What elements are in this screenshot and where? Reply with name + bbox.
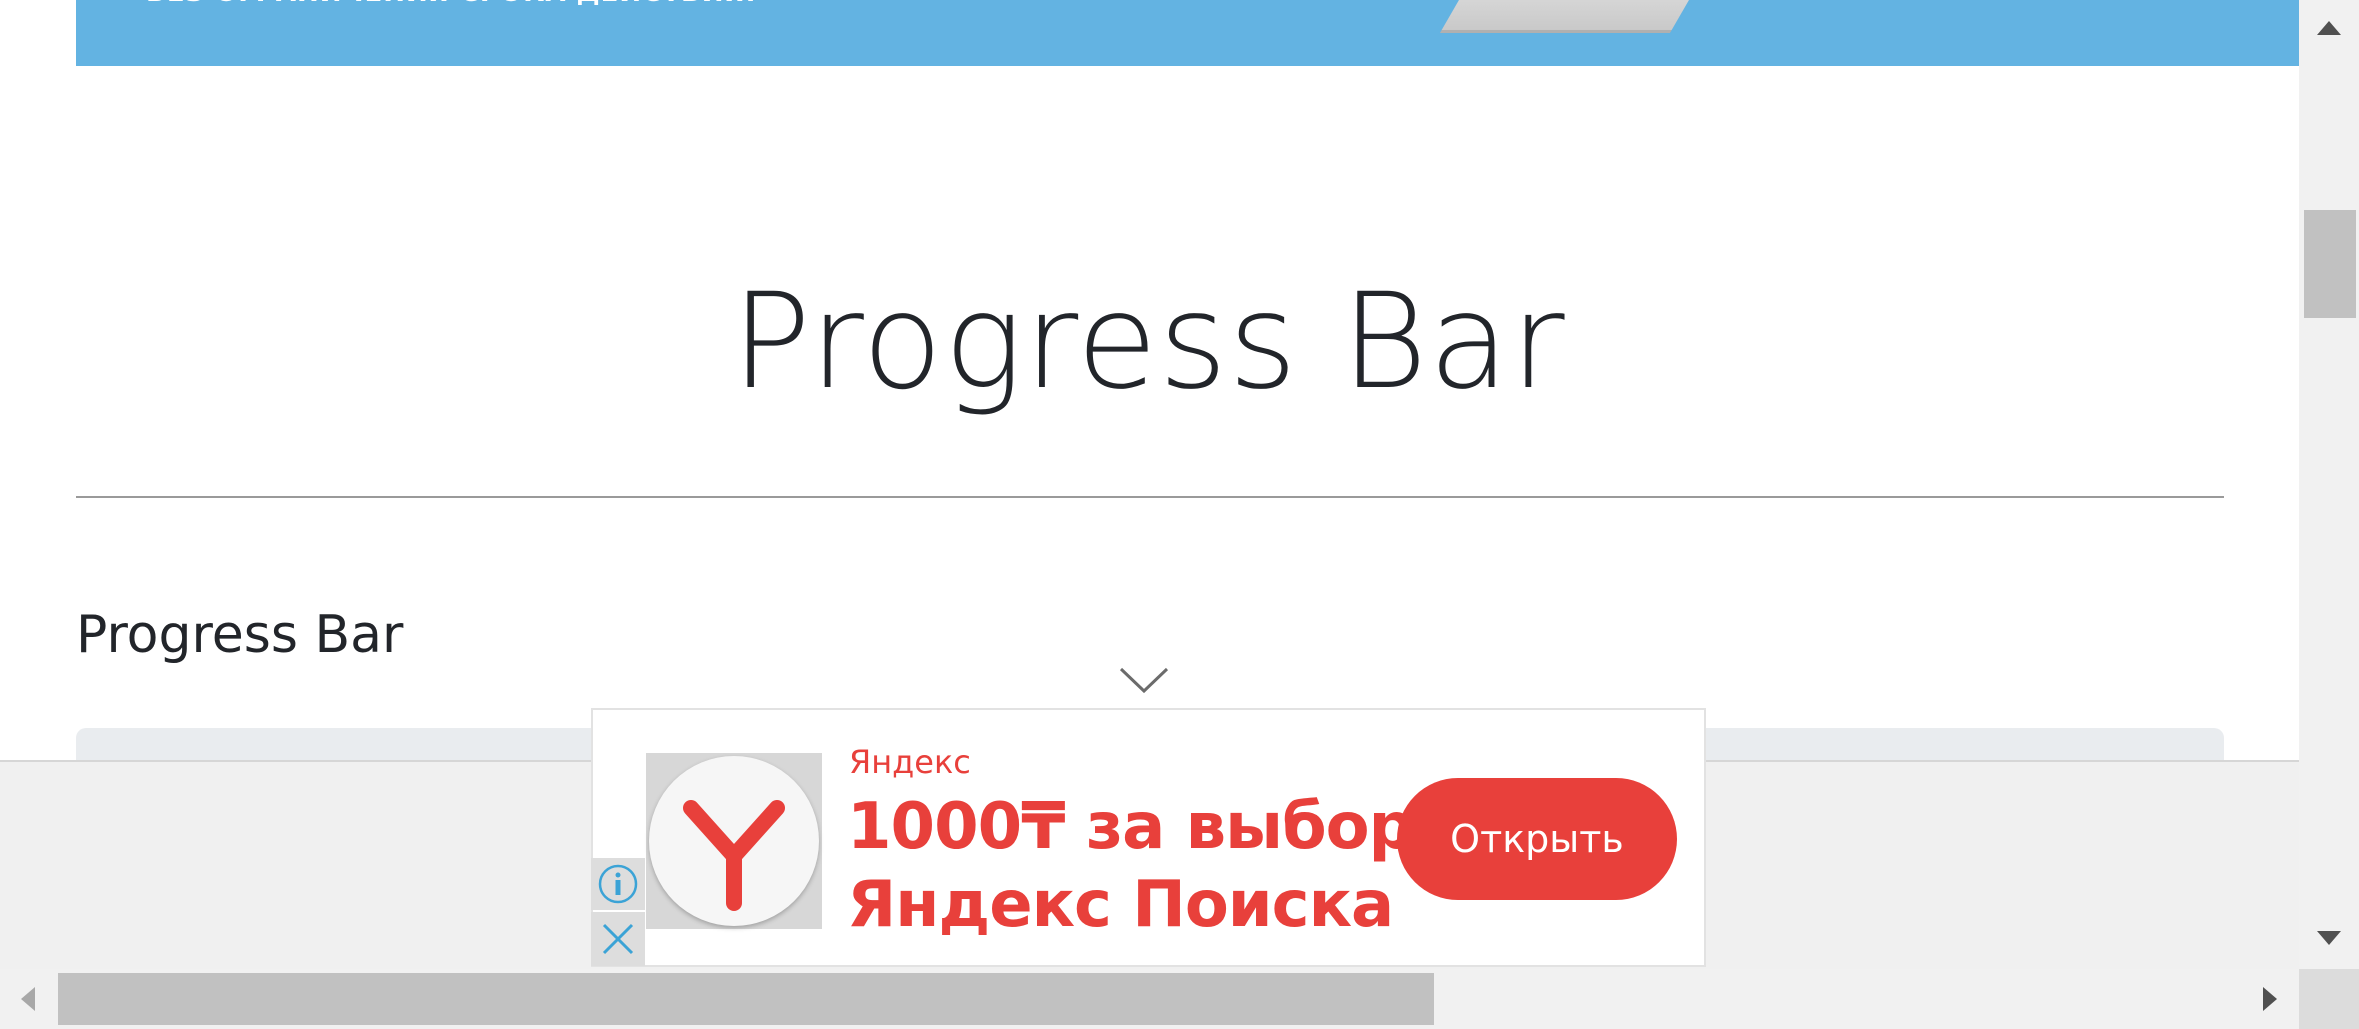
- ad-open-button[interactable]: Открыть: [1397, 778, 1677, 900]
- vertical-scrollbar[interactable]: [2299, 0, 2359, 969]
- triangle-right-icon[interactable]: [2260, 985, 2280, 1017]
- yandex-logo-icon: [649, 756, 819, 926]
- triangle-up-icon[interactable]: [2315, 18, 2343, 42]
- promo-banner[interactable]: БЕЗ ОГРАНИЧЕНИЯ СРОКА ДЕЙСТВИЯ.: [76, 0, 2299, 66]
- promo-banner-graphic: [1439, 0, 1713, 33]
- page-content: БЕЗ ОГРАНИЧЕНИЯ СРОКА ДЕЙСТВИЯ. Progress…: [0, 0, 2299, 969]
- ad-headline[interactable]: 1000₸ за выбор Яндекс Поиска: [847, 788, 1414, 944]
- vertical-scroll-thumb[interactable]: [2304, 210, 2356, 318]
- ad-headline-line-1: 1000₸ за выбор: [847, 790, 1414, 864]
- ad-banner[interactable]: Яндекс 1000₸ за выбор Яндекс Поиска Откр…: [591, 708, 1706, 967]
- section-heading: Progress Bar: [76, 605, 404, 665]
- ad-logo: [646, 753, 822, 929]
- chevron-down-icon[interactable]: [1118, 665, 1170, 695]
- triangle-down-icon[interactable]: [2315, 928, 2343, 952]
- info-icon[interactable]: [591, 858, 645, 910]
- horizontal-scrollbar[interactable]: [0, 969, 2299, 1029]
- horizontal-scroll-thumb[interactable]: [58, 973, 1434, 1025]
- page-title: Progress Bar: [731, 265, 1566, 419]
- triangle-left-icon[interactable]: [18, 985, 38, 1017]
- title-divider: [76, 496, 2224, 498]
- ad-headline-line-2: Яндекс Поиска: [847, 868, 1394, 942]
- promo-banner-text: БЕЗ ОГРАНИЧЕНИЯ СРОКА ДЕЙСТВИЯ.: [146, 0, 756, 8]
- close-icon[interactable]: [591, 912, 645, 966]
- ad-source: Яндекс: [849, 743, 971, 781]
- scrollbar-corner: [2299, 969, 2359, 1029]
